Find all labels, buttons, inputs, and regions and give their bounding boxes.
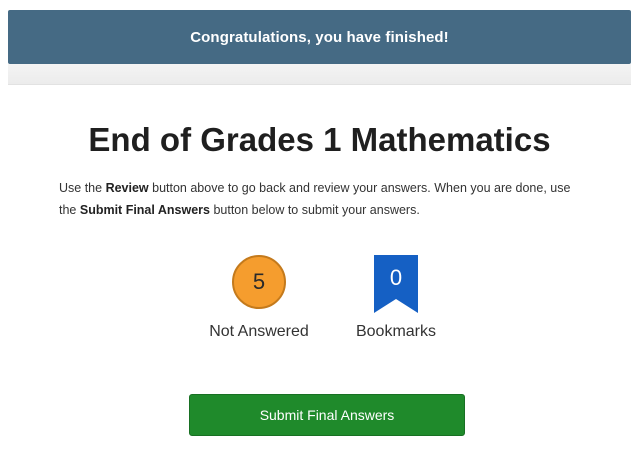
instructions-part-3: button below to submit your answers. [209, 203, 420, 217]
bookmark-icon[interactable]: 0 [374, 255, 418, 313]
not-answered-count: 5 [252, 269, 266, 294]
review-keyword: Review [105, 181, 149, 195]
not-answered-stat[interactable]: 5 Not Answered [199, 255, 319, 341]
instructions-text: Use the Review button above to go back a… [59, 177, 589, 221]
page-title: End of Grades 1 Mathematics [88, 121, 551, 158]
not-answered-label: Not Answered [209, 323, 309, 340]
bookmarks-label: Bookmarks [355, 323, 437, 340]
completion-banner: Congratulations, you have finished! [8, 10, 631, 64]
bookmarks-stat[interactable]: 0 Bookmarks [346, 255, 446, 341]
main-content: End of Grades 1 Mathematics Use the Revi… [8, 85, 631, 466]
submit-final-answers-button[interactable]: Submit Final Answers [189, 394, 465, 436]
banner-message: Congratulations, you have finished! [190, 28, 449, 46]
bookmarks-count: 0 [389, 265, 403, 290]
not-answered-count-badge[interactable]: 5 [232, 255, 286, 309]
submit-keyword: Submit Final Answers [79, 203, 210, 217]
instructions-part-1: Use the [59, 181, 106, 195]
completion-page: Congratulations, you have finished! End … [0, 0, 635, 466]
section-divider [8, 64, 631, 85]
